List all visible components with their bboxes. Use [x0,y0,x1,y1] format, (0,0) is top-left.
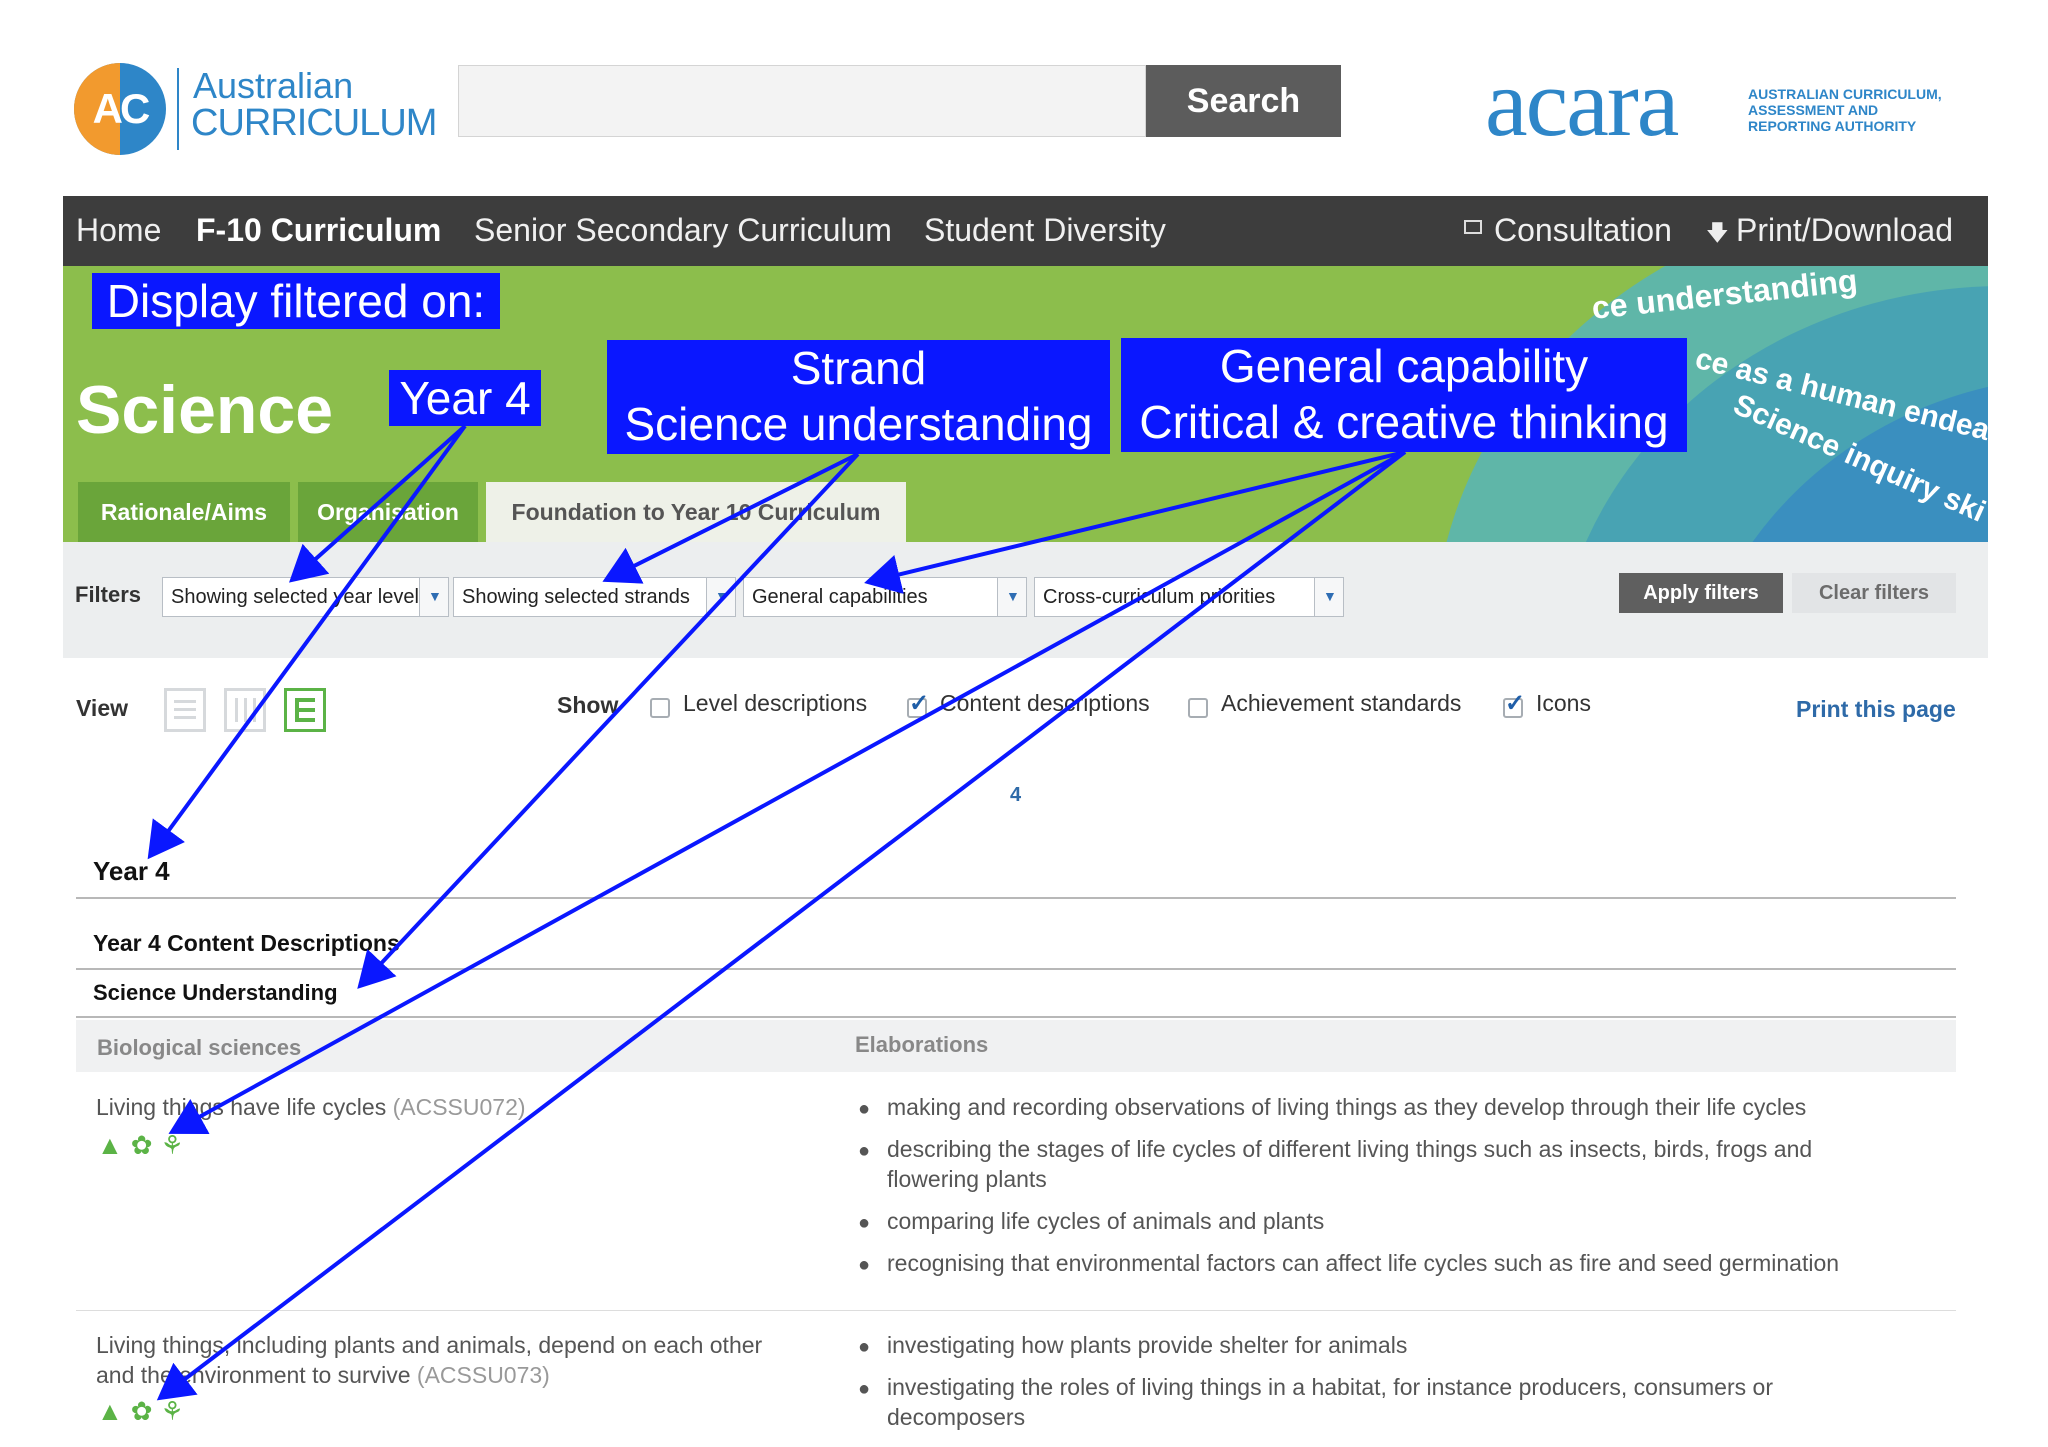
arrow-gc-to-row2-icons [156,450,1407,1401]
arrow-strand-to-heading [357,452,860,989]
arrow-year-to-heading [147,424,467,860]
arrow-gc-to-row1-icons [168,450,1406,1135]
arrow-year-to-filter [289,424,467,583]
arrow-strand-to-filter [602,452,859,584]
annotation-arrows [147,424,1407,1401]
arrow-gc-to-filter [864,450,1406,594]
